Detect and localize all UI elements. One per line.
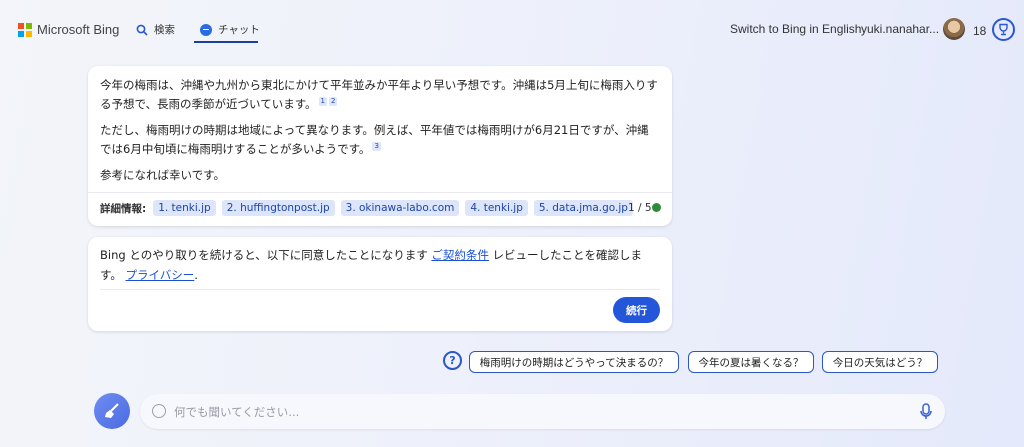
question-icon[interactable]: ? (443, 351, 462, 370)
answer-paragraph-text: 参考になれば幸いです。 (100, 168, 226, 182)
bing-logo[interactable]: Microsoft Bing (18, 22, 119, 37)
references-row: 詳細情報: 1. tenki.jp 2. huffingtonpost.jp 3… (100, 200, 633, 216)
tab-search[interactable]: 検索 (136, 22, 175, 37)
reference-link[interactable]: 2. huffingtonpost.jp (221, 200, 335, 216)
top-header: Microsoft Bing 検索 チャット Switch to Bing in… (0, 0, 1024, 52)
status-dot (652, 203, 661, 212)
suggestion-chip[interactable]: 梅雨明けの時期はどうやって決まるの？ (469, 351, 679, 373)
microphone-icon[interactable] (919, 403, 933, 421)
consent-card: Bing とのやり取りを続けると、以下に同意したことになります ご契約条件 レビ… (88, 237, 672, 331)
chat-icon (200, 23, 212, 36)
divider (88, 192, 672, 193)
chat-input-icon (152, 404, 166, 418)
answer-paragraph: 参考になれば幸いです。 (100, 166, 660, 185)
new-topic-button[interactable] (94, 393, 130, 429)
citation-marker[interactable]: 3 (372, 142, 381, 151)
consent-text-part: Bing とのやり取りを続けると、以下に同意したことになります (100, 248, 432, 262)
answer-paragraph: 今年の梅雨は、沖縄や九州から東北にかけて平年並みか平年より早い予想です。沖縄は5… (100, 76, 660, 114)
response-count: 1 / 5 (628, 202, 652, 214)
answer-body: 今年の梅雨は、沖縄や九州から東北にかけて平年並みか平年より早い予想です。沖縄は5… (100, 76, 660, 192)
chat-input-bar (140, 394, 945, 429)
divider (100, 289, 660, 290)
search-icon (136, 24, 148, 36)
chat-input[interactable] (174, 401, 874, 422)
citation-marker[interactable]: 1 (318, 97, 328, 106)
switch-language-link[interactable]: Switch to Bing in English (730, 22, 861, 36)
suggestion-chip[interactable]: 今年の夏は暑くなる？ (688, 351, 814, 373)
answer-card: 今年の梅雨は、沖縄や九州から東北にかけて平年並みか平年より早い予想です。沖縄は5… (88, 66, 672, 226)
active-tab-indicator (194, 41, 258, 43)
reference-link[interactable]: 4. tenki.jp (465, 200, 528, 216)
continue-button[interactable]: 続行 (613, 297, 660, 323)
privacy-link[interactable]: プライバシー (126, 268, 195, 282)
citation-marker[interactable]: 2 (329, 97, 338, 106)
answer-paragraph-text: ただし、梅雨明けの時期は地域によって異なります。例えば、平年値では梅雨明けが6月… (100, 123, 649, 156)
microsoft-logo-icon (18, 22, 32, 37)
reference-link[interactable]: 5. data.jma.go.jp (533, 200, 633, 216)
consent-text: Bing とのやり取りを続けると、以下に同意したことになります ご契約条件 レビ… (100, 245, 660, 285)
tab-search-label: 検索 (154, 24, 175, 36)
rewards-trophy-icon[interactable] (992, 18, 1015, 41)
broom-icon (105, 403, 119, 418)
logo-text: Microsoft Bing (37, 22, 120, 37)
reference-link[interactable]: 3. okinawa-labo.com (340, 200, 460, 216)
trophy-icon (999, 23, 1008, 36)
terms-link[interactable]: ご契約条件 (431, 248, 489, 262)
references-label: 詳細情報: (100, 202, 147, 215)
suggestion-chip[interactable]: 今日の天気はどう？ (822, 351, 938, 373)
answer-paragraph: ただし、梅雨明けの時期は地域によって異なります。例えば、平年値では梅雨明けが6月… (100, 121, 660, 159)
avatar[interactable] (943, 18, 965, 40)
answer-paragraph-text: 今年の梅雨は、沖縄や九州から東北にかけて平年並みか平年より早い予想です。沖縄は5… (100, 78, 658, 111)
tab-chat[interactable]: チャット (200, 22, 260, 37)
tab-chat-label: チャット (218, 24, 260, 36)
rewards-points[interactable]: 18 (973, 24, 986, 38)
consent-text-part: . (194, 268, 198, 282)
reference-link[interactable]: 1. tenki.jp (153, 200, 216, 216)
username[interactable]: yuki.nanahar... (861, 22, 939, 36)
